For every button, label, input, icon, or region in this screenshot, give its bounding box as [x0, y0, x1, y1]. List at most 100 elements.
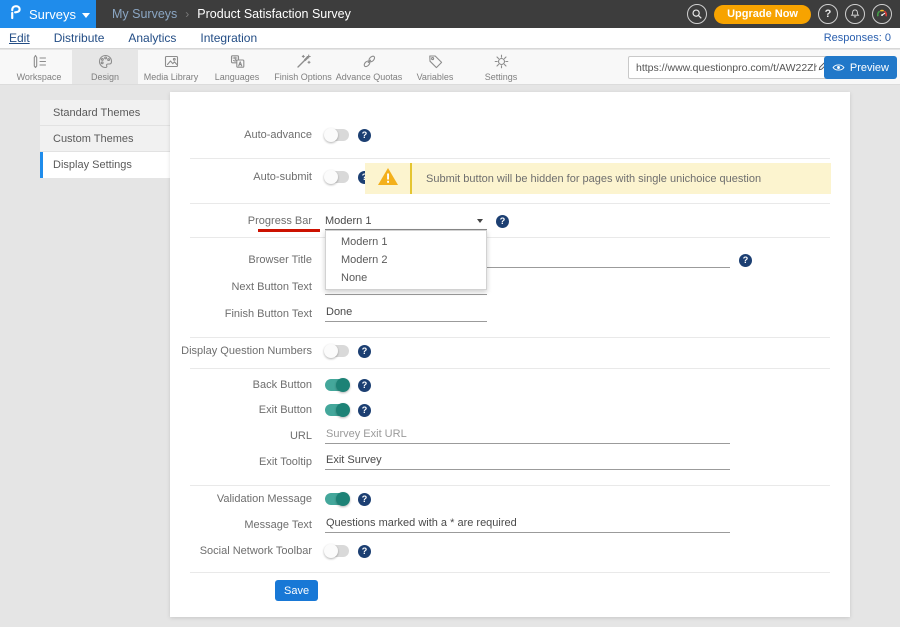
questionpro-logo-icon [8, 3, 23, 25]
bell-icon [849, 8, 861, 20]
back-button-help-icon[interactable]: ? [358, 379, 371, 392]
preview-button[interactable]: Preview [824, 56, 897, 79]
breadcrumb: My Surveys › Product Satisfaction Survey [112, 7, 351, 21]
validation-message-toggle[interactable] [325, 493, 349, 505]
tab-edit[interactable]: Edit [9, 31, 30, 45]
message-text-label: Message Text [170, 519, 312, 531]
display-question-numbers-help-icon[interactable]: ? [358, 345, 371, 358]
notifications-button[interactable] [845, 4, 865, 24]
warning-text: Submit button will be hidden for pages w… [426, 173, 761, 185]
survey-url-box [628, 56, 836, 79]
exit-button-help-icon[interactable]: ? [358, 404, 371, 417]
social-network-toolbar-label: Social Network Toolbar [170, 545, 312, 557]
upgrade-now-button[interactable]: Upgrade Now [714, 5, 811, 24]
message-text-row: Message Text [170, 516, 850, 534]
warning-divider [410, 163, 412, 194]
auto-advance-help-icon[interactable]: ? [358, 129, 371, 142]
tab-analytics[interactable]: Analytics [128, 31, 176, 45]
exit-button-toggle[interactable] [325, 404, 349, 416]
help-button[interactable]: ? [818, 4, 838, 24]
workspace-icon [31, 53, 48, 70]
sidebar-item-display-settings[interactable]: Display Settings [40, 152, 170, 178]
exit-url-input[interactable] [325, 428, 730, 444]
divider [190, 203, 830, 204]
page: Surveys My Surveys › Product Satisfactio… [0, 0, 900, 627]
display-question-numbers-toggle[interactable] [325, 345, 349, 357]
tool-workspace[interactable]: Workspace [6, 50, 72, 84]
divider [190, 237, 830, 238]
dropdown-option-modern-1[interactable]: Modern 1 [326, 233, 486, 251]
next-button-text-label: Next Button Text [170, 281, 312, 293]
tab-distribute[interactable]: Distribute [54, 31, 105, 45]
image-icon [163, 53, 180, 70]
account-avatar[interactable] [872, 4, 892, 24]
eye-icon [832, 63, 845, 72]
app-menu[interactable]: Surveys [0, 0, 96, 28]
tool-media-library[interactable]: Media Library [138, 50, 204, 84]
social-network-toolbar-toggle[interactable] [325, 545, 349, 557]
sidebar-item-standard-themes[interactable]: Standard Themes [40, 100, 170, 126]
browser-title-help-icon[interactable]: ? [739, 254, 752, 267]
exit-button-row: Exit Button ? [170, 401, 850, 419]
social-network-toolbar-row: Social Network Toolbar ? [170, 542, 850, 560]
content-area: Standard Themes Custom Themes Display Se… [0, 86, 900, 627]
auto-submit-label: Auto-submit [170, 171, 312, 183]
divider [190, 572, 830, 573]
gear-icon [493, 53, 510, 70]
auto-advance-toggle[interactable] [325, 129, 349, 141]
progress-bar-help-icon[interactable]: ? [496, 215, 509, 228]
save-button[interactable]: Save [275, 580, 318, 601]
exit-tooltip-row: Exit Tooltip [170, 453, 850, 471]
tool-settings[interactable]: Settings [468, 50, 534, 84]
responses-count[interactable]: Responses: 0 [824, 32, 891, 44]
tool-languages[interactable]: Languages [204, 50, 270, 84]
social-network-toolbar-help-icon[interactable]: ? [358, 545, 371, 558]
message-text-input[interactable] [325, 517, 730, 533]
chain-links-icon [361, 53, 378, 70]
next-button-text-row: Next Button Text [170, 278, 850, 296]
question-icon: ? [825, 8, 832, 20]
display-question-numbers-label: Display Question Numbers [170, 345, 312, 357]
finish-button-text-row: Finish Button Text [170, 305, 850, 323]
breadcrumb-my-surveys[interactable]: My Surveys [112, 7, 177, 21]
dropdown-option-none[interactable]: None [326, 269, 486, 287]
validation-message-row: Validation Message ? [170, 490, 850, 508]
translate-icon [229, 53, 246, 70]
breadcrumb-current-survey: Product Satisfaction Survey [197, 7, 351, 21]
exit-url-row: URL [170, 427, 850, 445]
validation-message-help-icon[interactable]: ? [358, 493, 371, 506]
divider [190, 368, 830, 369]
divider [190, 337, 830, 338]
search-icon [691, 8, 703, 20]
divider [190, 485, 830, 486]
dropdown-option-modern-2[interactable]: Modern 2 [326, 251, 486, 269]
browser-title-label: Browser Title [170, 254, 312, 266]
tool-finish-options[interactable]: Finish Options [270, 50, 336, 84]
red-annotation-underline [258, 229, 320, 232]
auto-submit-toggle[interactable] [325, 171, 349, 183]
finish-button-text-label: Finish Button Text [170, 308, 312, 320]
back-button-toggle[interactable] [325, 379, 349, 391]
exit-button-label: Exit Button [170, 404, 312, 416]
tool-design[interactable]: Design [72, 50, 138, 84]
auto-submit-warning-banner: Submit button will be hidden for pages w… [365, 163, 831, 194]
sidebar-item-custom-themes[interactable]: Custom Themes [40, 126, 170, 152]
tool-variables[interactable]: Variables [402, 50, 468, 84]
display-settings-panel: Auto-advance ? Auto-submit ? [170, 92, 850, 617]
auto-advance-row: Auto-advance ? [170, 126, 850, 144]
tool-advance-quotas[interactable]: Advance Quotas [336, 50, 402, 84]
validation-message-label: Validation Message [170, 493, 312, 505]
display-question-numbers-row: Display Question Numbers ? [170, 342, 850, 360]
divider [190, 158, 830, 159]
gauge-avatar-icon [875, 7, 889, 21]
topbar: Surveys My Surveys › Product Satisfactio… [0, 0, 900, 28]
exit-tooltip-input[interactable] [325, 454, 730, 470]
progress-bar-select[interactable]: Modern 1 [325, 212, 487, 230]
finish-button-text-input[interactable] [325, 306, 487, 322]
palette-icon [97, 53, 114, 70]
auto-advance-label: Auto-advance [170, 129, 312, 141]
survey-url-input[interactable] [636, 62, 817, 74]
progress-bar-row: Progress Bar Modern 1 ? [170, 212, 850, 230]
tab-integration[interactable]: Integration [200, 31, 257, 45]
search-button[interactable] [687, 4, 707, 24]
